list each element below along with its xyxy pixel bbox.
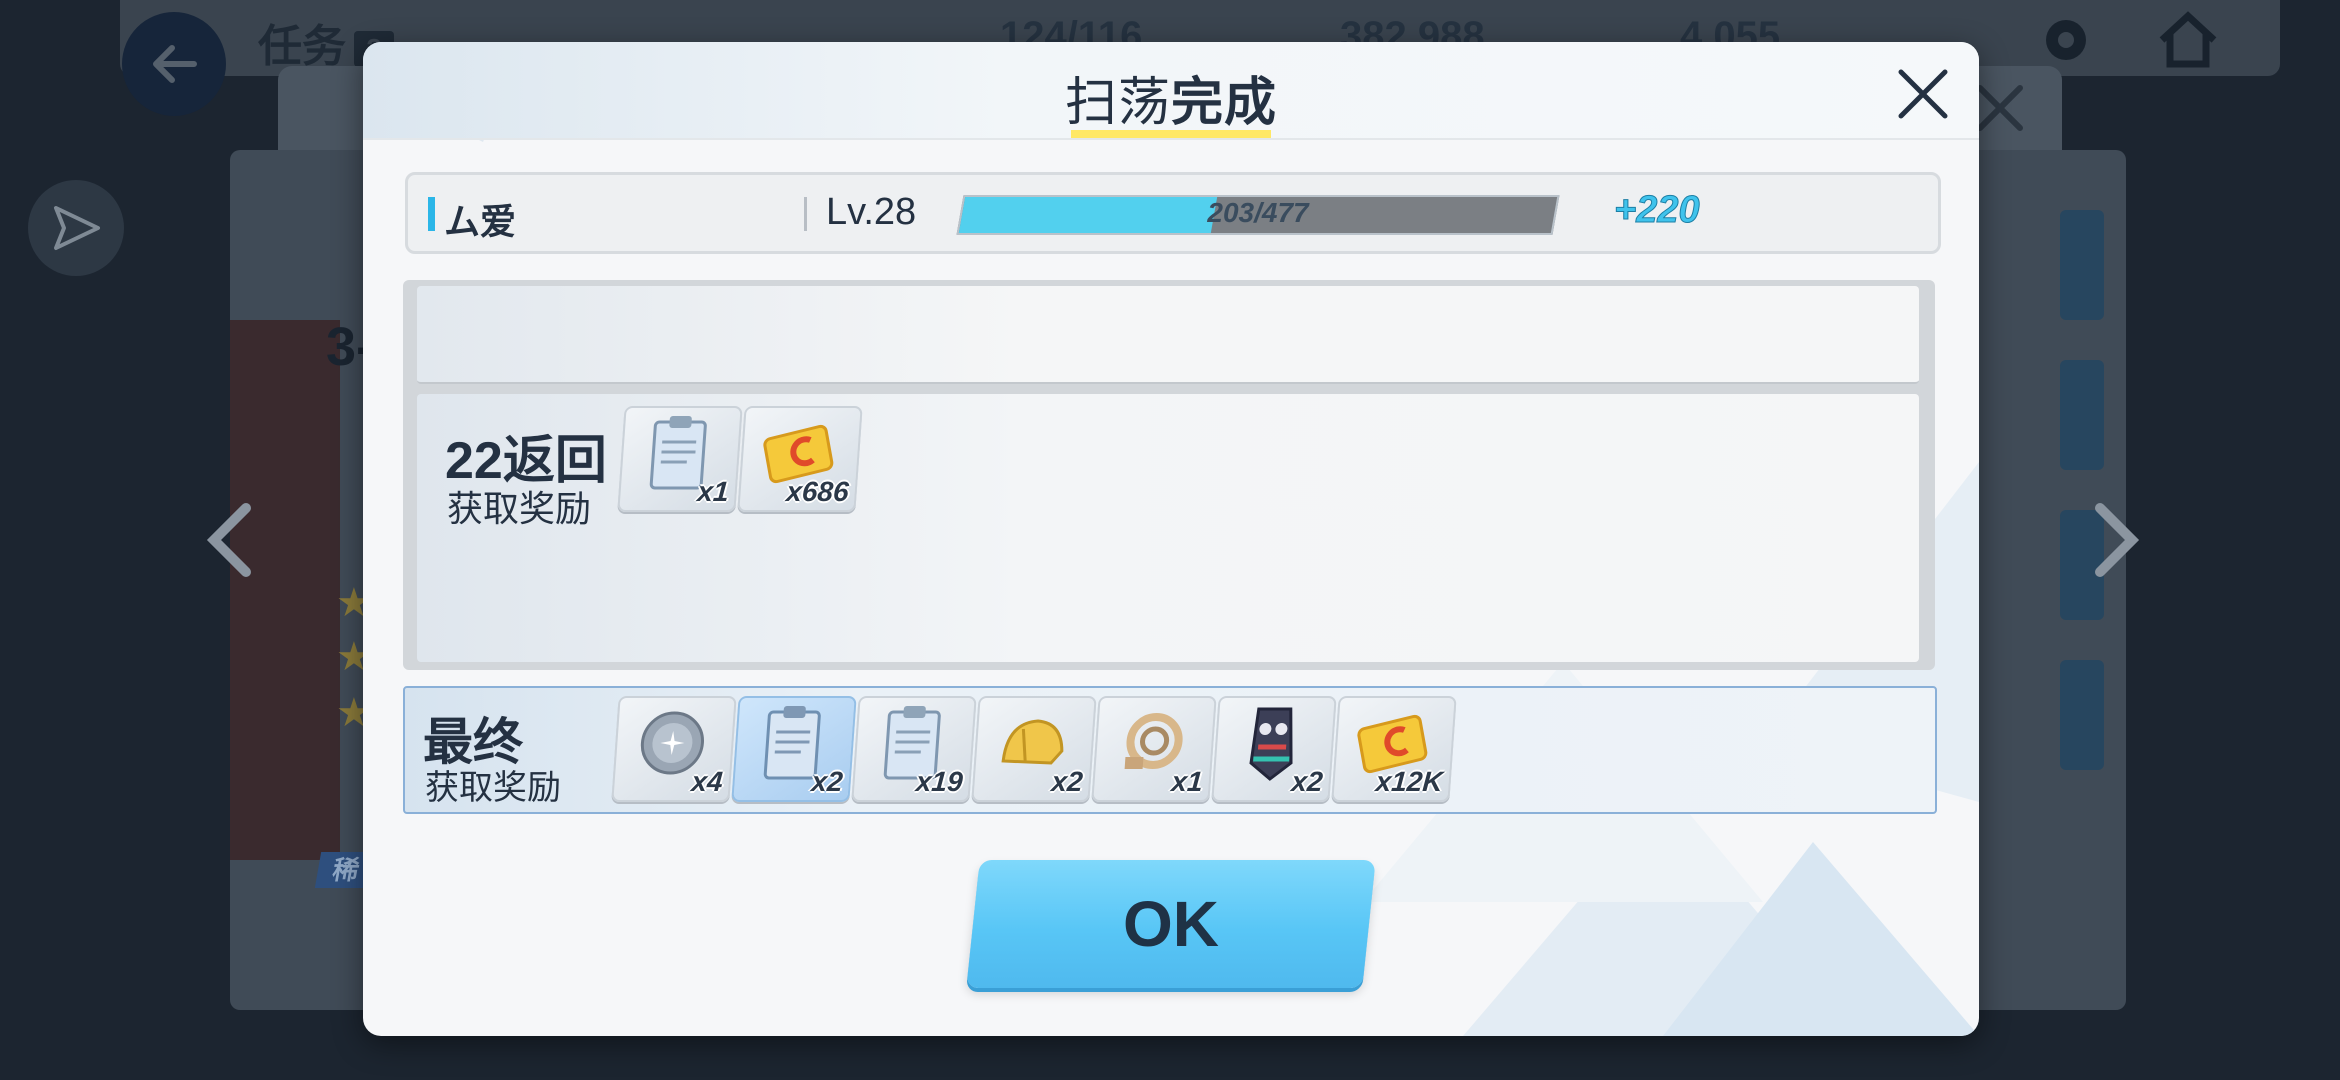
arrow-left-icon: [153, 45, 197, 83]
reward-item[interactable]: x2: [971, 696, 1097, 802]
reward-item-qty: x2: [1050, 766, 1084, 797]
reward-item-qty: x2: [1290, 766, 1324, 797]
title-underline: [1071, 130, 1271, 138]
reward-item-qty: x19: [914, 766, 964, 797]
reward-item-qty: x4: [690, 766, 724, 797]
character-name: ム爱: [444, 201, 517, 242]
reward-item-qty: x686: [785, 476, 850, 507]
final-rewards-row: 最终 获取奖励 x4 x2 x19 x2 x1 x2 x12K: [403, 686, 1937, 814]
reward-item-qty: x12K: [1374, 766, 1444, 797]
reward-item[interactable]: x686: [737, 406, 863, 512]
reward-item-qty: x1: [1170, 766, 1204, 797]
reward-item[interactable]: x19: [851, 696, 977, 802]
sweep-complete-dialog: 扫荡完成 ム爱 Lv.28 203/477 +220 22返回 获取奖励 x1 …: [363, 42, 1979, 1036]
final-subtitle: 获取奖励: [425, 769, 561, 807]
reward-item[interactable]: x2: [731, 696, 857, 802]
reward-list[interactable]: 22返回 获取奖励 x1 x686: [403, 280, 1935, 670]
dialog-title: 扫荡完成: [363, 60, 1979, 135]
reward-row-items: x1 x686: [617, 406, 863, 512]
send-icon[interactable]: [28, 180, 124, 276]
reward-item[interactable]: x1: [1091, 696, 1217, 802]
accent-bar: [428, 197, 435, 231]
reward-item[interactable]: x12K: [1331, 696, 1457, 802]
ok-button-label: OK: [1123, 888, 1219, 960]
background-title-text: 任务: [258, 22, 346, 71]
ok-button[interactable]: OK: [966, 860, 1376, 988]
dialog-title-light: 扫荡: [1064, 74, 1171, 132]
character-level: Lv.28: [826, 191, 917, 233]
close-button[interactable]: [1891, 62, 1955, 126]
divider: [804, 197, 807, 231]
back-button[interactable]: [122, 12, 226, 116]
reward-row: 22返回 获取奖励 x1 x686: [417, 394, 1919, 662]
home-icon[interactable]: [2156, 10, 2220, 75]
reward-item[interactable]: x4: [611, 696, 737, 802]
reward-item[interactable]: x1: [617, 406, 743, 512]
reward-row-subtitle: 获取奖励: [447, 488, 592, 529]
reward-item-qty: x2: [810, 766, 844, 797]
background-stage-image: [230, 320, 340, 860]
close-icon[interactable]: [1970, 78, 2030, 143]
reward-item[interactable]: x2: [1211, 696, 1337, 802]
reward-item-qty: x1: [696, 476, 730, 507]
chevron-left-icon[interactable]: [200, 500, 264, 585]
final-reward-items: x4 x2 x19 x2 x1 x2 x12K: [611, 696, 1457, 802]
chevron-right-icon[interactable]: [2082, 500, 2146, 585]
dialog-title-bold: 完成: [1171, 74, 1278, 132]
close-icon: [1898, 69, 1948, 119]
character-exp-panel: ム爱 Lv.28 203/477 +220: [405, 172, 1941, 254]
exp-progress-text: 203/477: [1207, 197, 1309, 228]
exp-gain: +220: [1614, 189, 1701, 232]
reward-row-partial: [417, 286, 1919, 384]
